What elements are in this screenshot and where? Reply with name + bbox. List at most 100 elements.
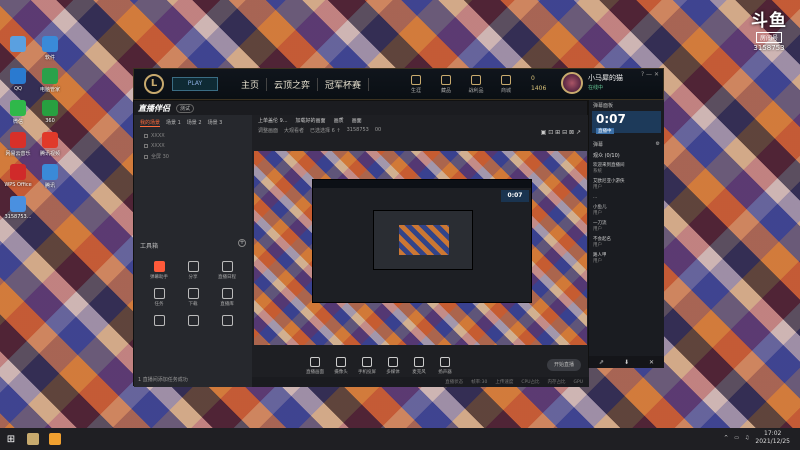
tool-item[interactable] <box>142 315 176 328</box>
info-item: 已选选择 6 ↑ <box>310 127 341 134</box>
app-icon <box>42 100 58 116</box>
desktop-shortcut[interactable] <box>3 36 33 54</box>
chat-settings-icon[interactable]: ⚙ <box>656 141 660 148</box>
window-controls[interactable]: ? — ✕ <box>641 71 659 78</box>
source-checkbox[interactable] <box>144 144 148 148</box>
source-control[interactable]: 扬声器 <box>432 357 458 375</box>
preview-canvas[interactable]: 0:07 <box>254 151 587 345</box>
profile[interactable]: 小马犀的猫 在线中 <box>561 72 623 94</box>
app-icon <box>42 132 58 148</box>
chat-message: 一刀流 用户 <box>589 219 664 235</box>
source-control[interactable]: 手机投屏 <box>354 357 380 375</box>
chat-message: 欢迎来到直播间 系统 <box>589 161 664 177</box>
tool-icon <box>221 315 233 326</box>
app-icon <box>10 68 26 84</box>
source-control[interactable]: 麦克风 <box>406 357 432 375</box>
desktop-shortcut[interactable]: 软件 <box>35 36 65 61</box>
app-icon <box>42 164 58 180</box>
info-item[interactable]: 调整画面 <box>258 127 278 134</box>
tool-item[interactable] <box>210 315 244 328</box>
tab-scene-1[interactable]: 场景 1 <box>166 119 181 127</box>
taskbar-app-lol[interactable] <box>22 428 44 450</box>
source-control[interactable]: 摄像头 <box>328 357 354 375</box>
tray-time: 17:02 <box>764 430 782 437</box>
quality-button[interactable]: 画质 <box>334 117 344 124</box>
source-checkbox[interactable] <box>144 134 148 138</box>
info-item: 大观看者 <box>284 127 305 134</box>
avatar[interactable] <box>561 72 583 94</box>
profile-nav[interactable]: 生涯 <box>401 74 431 94</box>
nav-clash[interactable]: 冠军杯赛 <box>318 77 370 91</box>
currency: 0 1406 <box>531 74 546 94</box>
tab-my-scene[interactable]: 我的场景 <box>140 119 161 127</box>
preview-title-bar: 上单盖伦 9... 加载好的画面 画质 画面 <box>252 115 589 125</box>
tool-item[interactable]: 弹幕助手 <box>142 261 176 280</box>
start-stream-button[interactable]: 开始直播 <box>547 359 581 371</box>
source-item[interactable]: 全屏 30 <box>134 151 252 162</box>
nav-home[interactable]: 主页 <box>234 77 268 91</box>
tool-icon <box>221 261 233 272</box>
stream-title[interactable]: 上单盖伦 9... <box>258 117 288 124</box>
desktop-shortcut[interactable]: 360 <box>35 100 65 124</box>
system-tray: ^ ▭ ♫ 17:02 2021/12/25 <box>724 430 790 446</box>
message-user: 用户 <box>593 243 602 248</box>
message-user: 用户 <box>593 259 602 264</box>
tool-item[interactable]: 下载 <box>176 288 210 307</box>
source-checkbox[interactable] <box>144 154 148 159</box>
tab-scene-3[interactable]: 场景 3 <box>208 119 223 127</box>
store-icon <box>501 74 512 85</box>
desktop-shortcut[interactable]: WPS Office <box>3 164 33 188</box>
lol-logo-icon[interactable]: L <box>144 74 164 94</box>
room-number: 3158753 <box>753 44 785 52</box>
tab-scene-2[interactable]: 场景 2 <box>187 119 202 127</box>
taskbar-app-stream[interactable] <box>44 428 66 450</box>
share-icon[interactable]: ⇗ <box>599 359 604 366</box>
download-icon[interactable]: ⬇ <box>624 359 629 366</box>
loot-nav[interactable]: 战利品 <box>461 74 491 94</box>
source-item[interactable]: XXXX <box>134 131 252 141</box>
desktop-shortcut[interactable]: 电脑管家 <box>35 68 65 93</box>
control-icon <box>362 357 372 367</box>
volume-icon[interactable]: ♫ <box>745 435 749 441</box>
tray-expand-icon[interactable]: ^ <box>724 435 728 441</box>
play-button[interactable]: PLAY <box>172 77 218 91</box>
tool-icon <box>153 315 165 326</box>
collection-icon <box>441 74 452 85</box>
source-item[interactable]: XXXX <box>134 141 252 151</box>
control-icon <box>414 357 424 367</box>
tool-item[interactable]: 任务 <box>142 288 176 307</box>
chat-message: 路人甲 用户 <box>589 251 664 267</box>
tool-item[interactable]: 分享 <box>176 261 210 280</box>
source-control[interactable]: 直播画面 <box>302 357 328 375</box>
shortcut-label: 360 <box>45 118 55 124</box>
collection-nav[interactable]: 藏品 <box>431 74 461 94</box>
desktop-shortcut[interactable]: 3158753... <box>3 196 33 220</box>
start-button[interactable]: ⊞ <box>0 434 22 445</box>
chat-message: 不会起名 用户 <box>589 235 664 251</box>
tool-label: 直播日程 <box>218 275 236 280</box>
desktop-shortcut[interactable]: QQ <box>3 68 33 92</box>
game-client-topbar: L PLAY 主页 云顶之弈 冠军杯赛 生涯 藏品 战利品 商城 0 1406 … <box>133 68 664 100</box>
store-nav[interactable]: 商城 <box>491 74 521 94</box>
nav-tft[interactable]: 云顶之弈 <box>267 77 319 91</box>
version-badge[interactable]: 测试 <box>176 103 195 113</box>
network-icon[interactable]: ▭ <box>734 435 739 441</box>
desktop-shortcut[interactable]: 微信 <box>3 100 33 125</box>
status-item: 直播状态 <box>445 380 464 385</box>
close-icon[interactable]: ✕ <box>649 359 654 366</box>
tool-item[interactable] <box>176 315 210 328</box>
chat-message: ... <box>589 193 664 203</box>
source-control[interactable]: 多媒体 <box>380 357 406 375</box>
toolbox-add-button[interactable]: + <box>238 239 246 247</box>
chat-message: 艾欧尼亚小游侠 用户 <box>589 177 664 193</box>
tool-item[interactable]: 直播日程 <box>210 261 244 280</box>
tool-item[interactable]: 直播库 <box>210 288 244 307</box>
preview-toolbar-icons[interactable]: ▣ ⊡ ⊞ ⊟ ⊠ ↗ <box>541 129 581 136</box>
desktop-shortcut[interactable]: 腾讯 <box>35 164 65 189</box>
chat-header: 弹幕 ⚙ <box>589 139 664 150</box>
live-timer: 0:07 直播中 <box>592 111 661 134</box>
screen-button[interactable]: 画面 <box>352 117 362 124</box>
desktop-shortcut[interactable]: 腾讯视频 <box>35 132 65 157</box>
desktop-shortcut[interactable]: 网易云音乐 <box>3 132 33 157</box>
tray-clock[interactable]: 17:02 2021/12/25 <box>755 430 790 446</box>
